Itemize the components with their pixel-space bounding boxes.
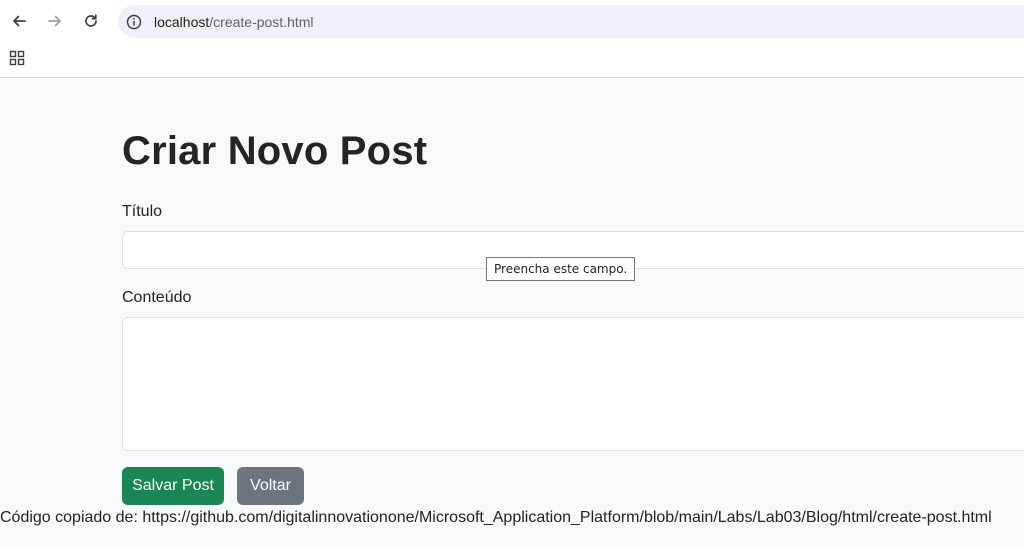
reload-icon (85, 14, 97, 27)
address-bar[interactable]: localhost/create-post.html (118, 5, 1024, 38)
save-post-button[interactable]: Salvar Post (122, 467, 224, 505)
browser-toolbar: localhost/create-post.html (0, 0, 1024, 42)
url-host: localhost (154, 13, 210, 30)
back-button[interactable] (7, 9, 31, 33)
page-content: Criar Novo Post Título Preencha este cam… (0, 79, 1024, 547)
validation-tooltip: Preencha este campo. (486, 257, 636, 281)
apps-grid-icon[interactable] (8, 49, 26, 67)
url-path: /create-post.html (209, 13, 314, 30)
back-link-button[interactable]: Voltar (237, 467, 304, 505)
source-attribution: Código copiado de: https://github.com/di… (0, 509, 992, 526)
content-label: Conteúdo (122, 289, 192, 306)
site-info-icon[interactable] (125, 13, 143, 31)
title-label: Título (122, 203, 163, 220)
forward-arrow-icon (48, 15, 61, 27)
bookmarks-bar (0, 42, 1024, 78)
content-textarea[interactable] (122, 317, 1024, 451)
url-text[interactable]: localhost/create-post.html (154, 14, 314, 30)
back-arrow-icon (13, 15, 26, 27)
reload-button[interactable] (79, 9, 103, 33)
forward-button[interactable] (43, 9, 67, 33)
page-title: Criar Novo Post (122, 129, 428, 173)
